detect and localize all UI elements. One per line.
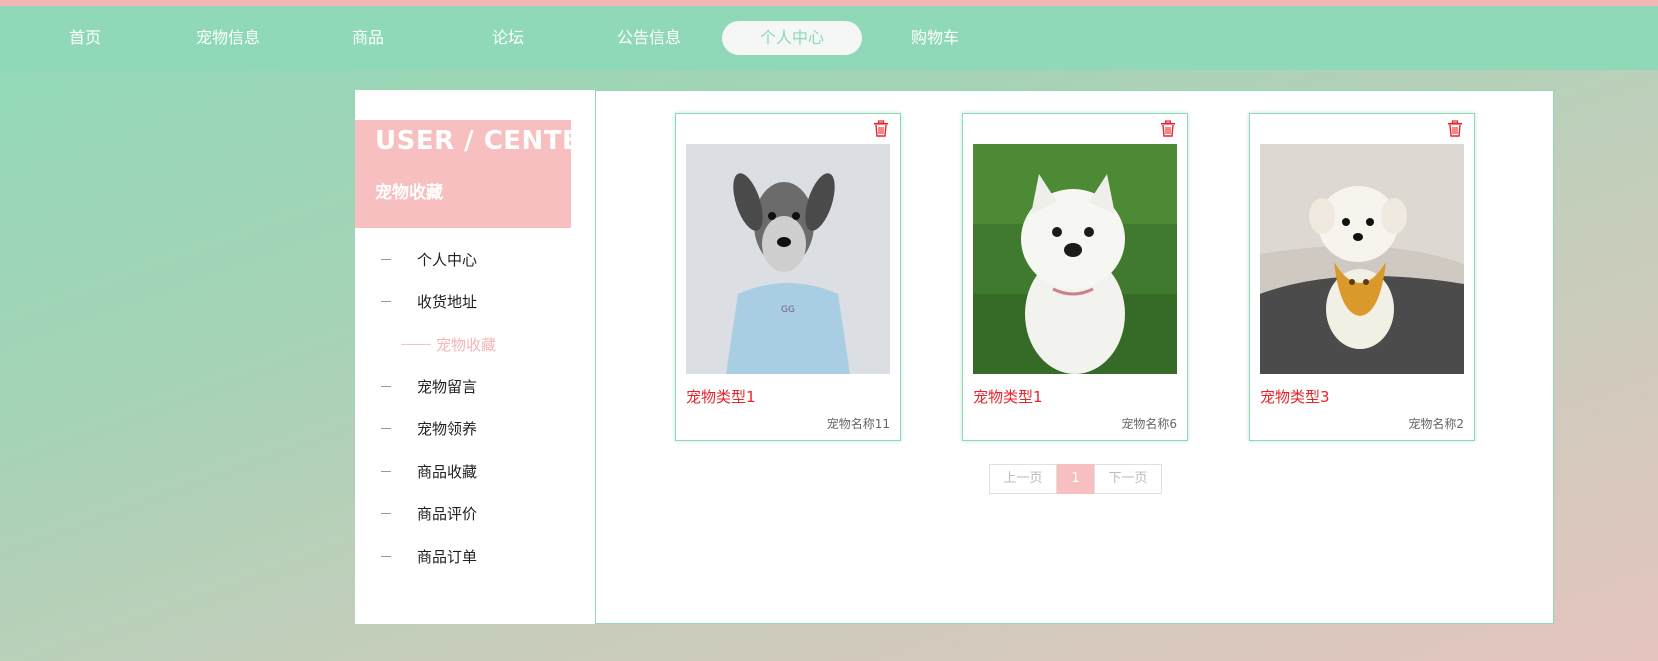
pet-card[interactable]: 宠物类型3 宠物名称2	[1249, 113, 1475, 441]
dash-icon	[381, 513, 391, 514]
pet-card[interactable]: GG 宠物类型1 宠物名称11	[675, 113, 901, 441]
sidebar-item-address[interactable]: 收货地址	[355, 290, 595, 314]
sidebar-title: USER / CENTER	[375, 126, 601, 156]
pet-image[interactable]	[973, 144, 1177, 374]
nav-item-products[interactable]: 商品	[338, 21, 398, 55]
sidebar-item-label: 宠物收藏	[436, 336, 497, 354]
sidebar-item-pet-messages[interactable]: 宠物留言	[355, 375, 595, 399]
pet-name: 宠物名称6	[1121, 417, 1177, 431]
sidebar-item-pet-favorites[interactable]: 宠物收藏	[355, 333, 595, 357]
pet-name: 宠物名称11	[826, 417, 890, 431]
pet-type: 宠物类型1	[686, 388, 756, 406]
nav-item-user-center[interactable]: 个人中心	[722, 21, 862, 55]
sidebar-item-label: 宠物留言	[417, 378, 478, 396]
pet-image[interactable]	[1260, 144, 1464, 374]
pagination: 上一页 1 下一页	[989, 464, 1162, 494]
sidebar-item-label: 个人中心	[417, 251, 478, 269]
pet-type: 宠物类型3	[1260, 388, 1330, 406]
sidebar-item-label: 商品收藏	[417, 463, 478, 481]
prev-page-button[interactable]: 上一页	[989, 464, 1057, 494]
dash-icon	[381, 556, 391, 557]
pet-type: 宠物类型1	[973, 388, 1043, 406]
dash-icon	[381, 428, 391, 429]
svg-text:GG: GG	[781, 305, 795, 315]
sidebar-header: USER / CENTER 宠物收藏	[355, 120, 600, 228]
nav-item-cart[interactable]: 购物车	[900, 21, 970, 55]
dash-icon	[381, 301, 391, 302]
dash-icon	[401, 344, 431, 345]
sidebar-subtitle: 宠物收藏	[375, 183, 443, 203]
sidebar-item-label: 商品评价	[417, 505, 478, 523]
pet-name: 宠物名称2	[1408, 417, 1464, 431]
sidebar-item-label: 商品订单	[417, 548, 478, 566]
pet-image[interactable]: GG	[686, 144, 890, 374]
user-center-sidebar: USER / CENTER 宠物收藏 个人中心 收货地址 宠物收藏 宠物留言 宠…	[355, 90, 600, 624]
dash-icon	[381, 471, 391, 472]
sidebar-item-orders[interactable]: 商品订单	[355, 545, 595, 569]
nav-item-home[interactable]: 首页	[55, 21, 115, 55]
nav-item-forum[interactable]: 论坛	[478, 21, 538, 55]
trash-icon[interactable]	[872, 120, 890, 138]
favorites-panel: GG 宠物类型1 宠物名称11 宠物类型1 宠物名称6 宠物类型3 宠物名称2 …	[595, 90, 1554, 624]
pet-card[interactable]: 宠物类型1 宠物名称6	[962, 113, 1188, 441]
sidebar-item-pet-adoption[interactable]: 宠物领养	[355, 417, 595, 441]
trash-icon[interactable]	[1159, 120, 1177, 138]
sidebar-item-product-favorites[interactable]: 商品收藏	[355, 460, 595, 484]
dash-icon	[381, 386, 391, 387]
nav-item-pet-info[interactable]: 宠物信息	[183, 21, 273, 55]
top-nav: 首页 宠物信息 商品 论坛 公告信息 个人中心 购物车	[0, 6, 1658, 70]
dash-icon	[381, 259, 391, 260]
sidebar-item-user-center[interactable]: 个人中心	[355, 248, 595, 272]
sidebar-item-label: 宠物领养	[417, 420, 478, 438]
next-page-button[interactable]: 下一页	[1094, 464, 1162, 494]
nav-item-announcements[interactable]: 公告信息	[604, 21, 694, 55]
sidebar-item-label: 收货地址	[417, 293, 478, 311]
trash-icon[interactable]	[1446, 120, 1464, 138]
current-page[interactable]: 1	[1057, 464, 1094, 494]
sidebar-item-product-reviews[interactable]: 商品评价	[355, 502, 595, 526]
